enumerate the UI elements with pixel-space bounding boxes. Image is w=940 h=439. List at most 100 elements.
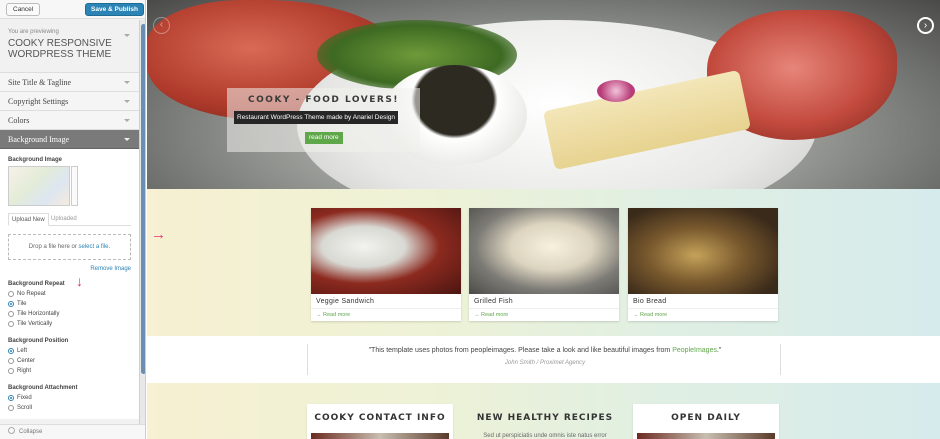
section-label: Background Image xyxy=(8,135,70,144)
attachment-radio-group: Fixed Scroll xyxy=(8,393,131,413)
box-image xyxy=(311,433,449,439)
theme-preview-info[interactable]: You are previewing COOKY RESPONSIVE WORD… xyxy=(0,20,139,73)
thumbnail-dropdown-handle[interactable] xyxy=(71,166,78,206)
background-attachment-title: Background Attachment xyxy=(8,385,78,391)
drop-text: Drop a file here or xyxy=(28,244,77,250)
card-read-more-link[interactable]: → Read more xyxy=(474,312,508,318)
card-divider xyxy=(628,308,778,309)
chevron-down-icon xyxy=(124,34,130,37)
collapse-label: Collapse xyxy=(19,429,43,435)
site-preview: ‹ › COOKY - FOOD LOVERS! Restaurant Word… xyxy=(147,0,940,439)
chevron-down-icon xyxy=(124,100,130,103)
quote-body: "This template uses photos from peopleim… xyxy=(368,347,671,354)
sidebar-scroll-area: You are previewing COOKY RESPONSIVE WORD… xyxy=(0,20,145,424)
card-divider xyxy=(469,308,619,309)
card-read-more-link[interactable]: → Read more xyxy=(633,312,667,318)
radio-button-selected[interactable] xyxy=(8,301,14,307)
radio-label: Tile Horizontally xyxy=(17,311,60,317)
section-background-image[interactable]: Background Image xyxy=(0,130,139,149)
background-image-title: Background Image xyxy=(8,157,63,163)
hero-caption: COOKY - FOOD LOVERS! Restaurant WordPres… xyxy=(227,88,420,152)
radio-tile-horizontally[interactable]: Tile Horizontally xyxy=(8,309,131,319)
card-image[interactable] xyxy=(469,208,619,294)
testimonial-author: John Smith / Proximet Agency xyxy=(504,360,586,366)
radio-no-repeat[interactable]: No Repeat xyxy=(8,289,131,299)
theme-name: COOKY RESPONSIVE WORDPRESS THEME xyxy=(8,38,112,60)
radio-tile-vertically[interactable]: Tile Vertically xyxy=(8,319,131,329)
radio-center[interactable]: Center xyxy=(8,356,131,366)
radio-label: Right xyxy=(17,368,32,374)
sidebar-scrollbar[interactable] xyxy=(139,20,145,424)
collapse-icon xyxy=(8,427,15,434)
slider-next-icon[interactable]: › xyxy=(917,17,934,34)
radio-button[interactable] xyxy=(8,321,14,327)
chevron-down-icon xyxy=(124,138,130,141)
background-image-panel: Background Image Upload New Uploaded Dro… xyxy=(0,149,139,419)
slider-prev-icon[interactable]: ‹ xyxy=(153,17,170,34)
section-colors[interactable]: Colors xyxy=(0,111,139,130)
radio-button[interactable] xyxy=(8,368,14,374)
repeat-radio-group: No Repeat Tile Tile Horizontally Tile Ve… xyxy=(8,289,131,329)
testimonial: "This template uses photos from peopleim… xyxy=(307,344,781,375)
cancel-button[interactable]: Cancel xyxy=(6,3,41,16)
file-drop-zone[interactable]: Drop a file here or select a file. xyxy=(8,234,131,260)
scrollbar-thumb[interactable] xyxy=(141,24,145,374)
section-label: Colors xyxy=(8,116,30,125)
collapse-bar[interactable]: Collapse xyxy=(0,424,145,439)
background-position-title: Background Position xyxy=(8,338,69,344)
box-title: COOKY CONTACT INFO xyxy=(314,413,446,423)
customizer-sidebar: Cancel Save & Publish You are previewing… xyxy=(0,0,146,439)
radio-label: Left xyxy=(17,348,28,354)
food-card[interactable]: Veggie Sandwich → Read more xyxy=(311,208,461,321)
recipes-box: NEW HEALTHY RECIPES Sed ut perspiciatis … xyxy=(472,404,618,439)
peopleimages-link[interactable]: PeopleImages xyxy=(672,347,717,354)
upload-tabs: Upload New Uploaded xyxy=(8,213,131,226)
radio-fixed[interactable]: Fixed xyxy=(8,393,131,403)
radio-tile[interactable]: Tile xyxy=(8,299,131,309)
chevron-down-icon xyxy=(124,119,130,122)
radio-label: Tile Vertically xyxy=(17,321,53,327)
tab-upload-new[interactable]: Upload New xyxy=(8,213,49,226)
card-image[interactable] xyxy=(311,208,461,294)
radio-label: Scroll xyxy=(17,405,33,411)
position-radio-group: Left Center Right xyxy=(8,346,131,376)
preview-label: You are previewing xyxy=(8,29,59,35)
radio-button-selected[interactable] xyxy=(8,395,14,401)
box-title: NEW HEALTHY RECIPES xyxy=(476,413,614,423)
hero-read-more-button[interactable]: read more xyxy=(305,132,343,144)
section-label: Copyright Settings xyxy=(8,97,69,106)
radio-label: Tile xyxy=(17,301,27,307)
background-image-thumbnail[interactable] xyxy=(8,166,78,206)
box-text: Sed ut perspiciatis unde omnis iste natu… xyxy=(483,433,607,439)
annotation-arrow-right-icon: → xyxy=(151,226,166,243)
radio-label: No Repeat xyxy=(17,291,46,297)
background-repeat-title: Background Repeat xyxy=(8,281,65,287)
radio-button[interactable] xyxy=(8,358,14,364)
radio-right[interactable]: Right xyxy=(8,366,131,376)
select-file-link[interactable]: select a file. xyxy=(79,244,111,250)
remove-image-link[interactable]: Remove Image xyxy=(8,266,131,272)
card-title[interactable]: Bio Bread xyxy=(633,298,666,305)
radio-button[interactable] xyxy=(8,311,14,317)
radio-scroll[interactable]: Scroll xyxy=(8,403,131,413)
card-read-more-link[interactable]: → Read more xyxy=(316,312,350,318)
radio-button[interactable] xyxy=(8,405,14,411)
testimonial-text: "This template uses photos from peopleim… xyxy=(308,347,782,354)
section-site-title[interactable]: Site Title & Tagline xyxy=(0,73,139,92)
section-copyright[interactable]: Copyright Settings xyxy=(0,92,139,111)
save-publish-button[interactable]: Save & Publish xyxy=(85,3,144,16)
food-card[interactable]: Grilled Fish → Read more xyxy=(469,208,619,321)
card-image[interactable] xyxy=(628,208,778,294)
tab-uploaded[interactable]: Uploaded xyxy=(48,213,80,226)
radio-left[interactable]: Left xyxy=(8,346,131,356)
card-title[interactable]: Grilled Fish xyxy=(474,298,513,305)
food-card[interactable]: Bio Bread → Read more xyxy=(628,208,778,321)
radio-button[interactable] xyxy=(8,291,14,297)
radio-button-selected[interactable] xyxy=(8,348,14,354)
card-divider xyxy=(311,308,461,309)
hero-title: COOKY - FOOD LOVERS! xyxy=(248,95,399,105)
card-title[interactable]: Veggie Sandwich xyxy=(316,298,374,305)
sidebar-content: You are previewing COOKY RESPONSIVE WORD… xyxy=(0,20,139,419)
radio-label: Fixed xyxy=(17,395,32,401)
box-title: OPEN DAILY xyxy=(671,413,741,423)
